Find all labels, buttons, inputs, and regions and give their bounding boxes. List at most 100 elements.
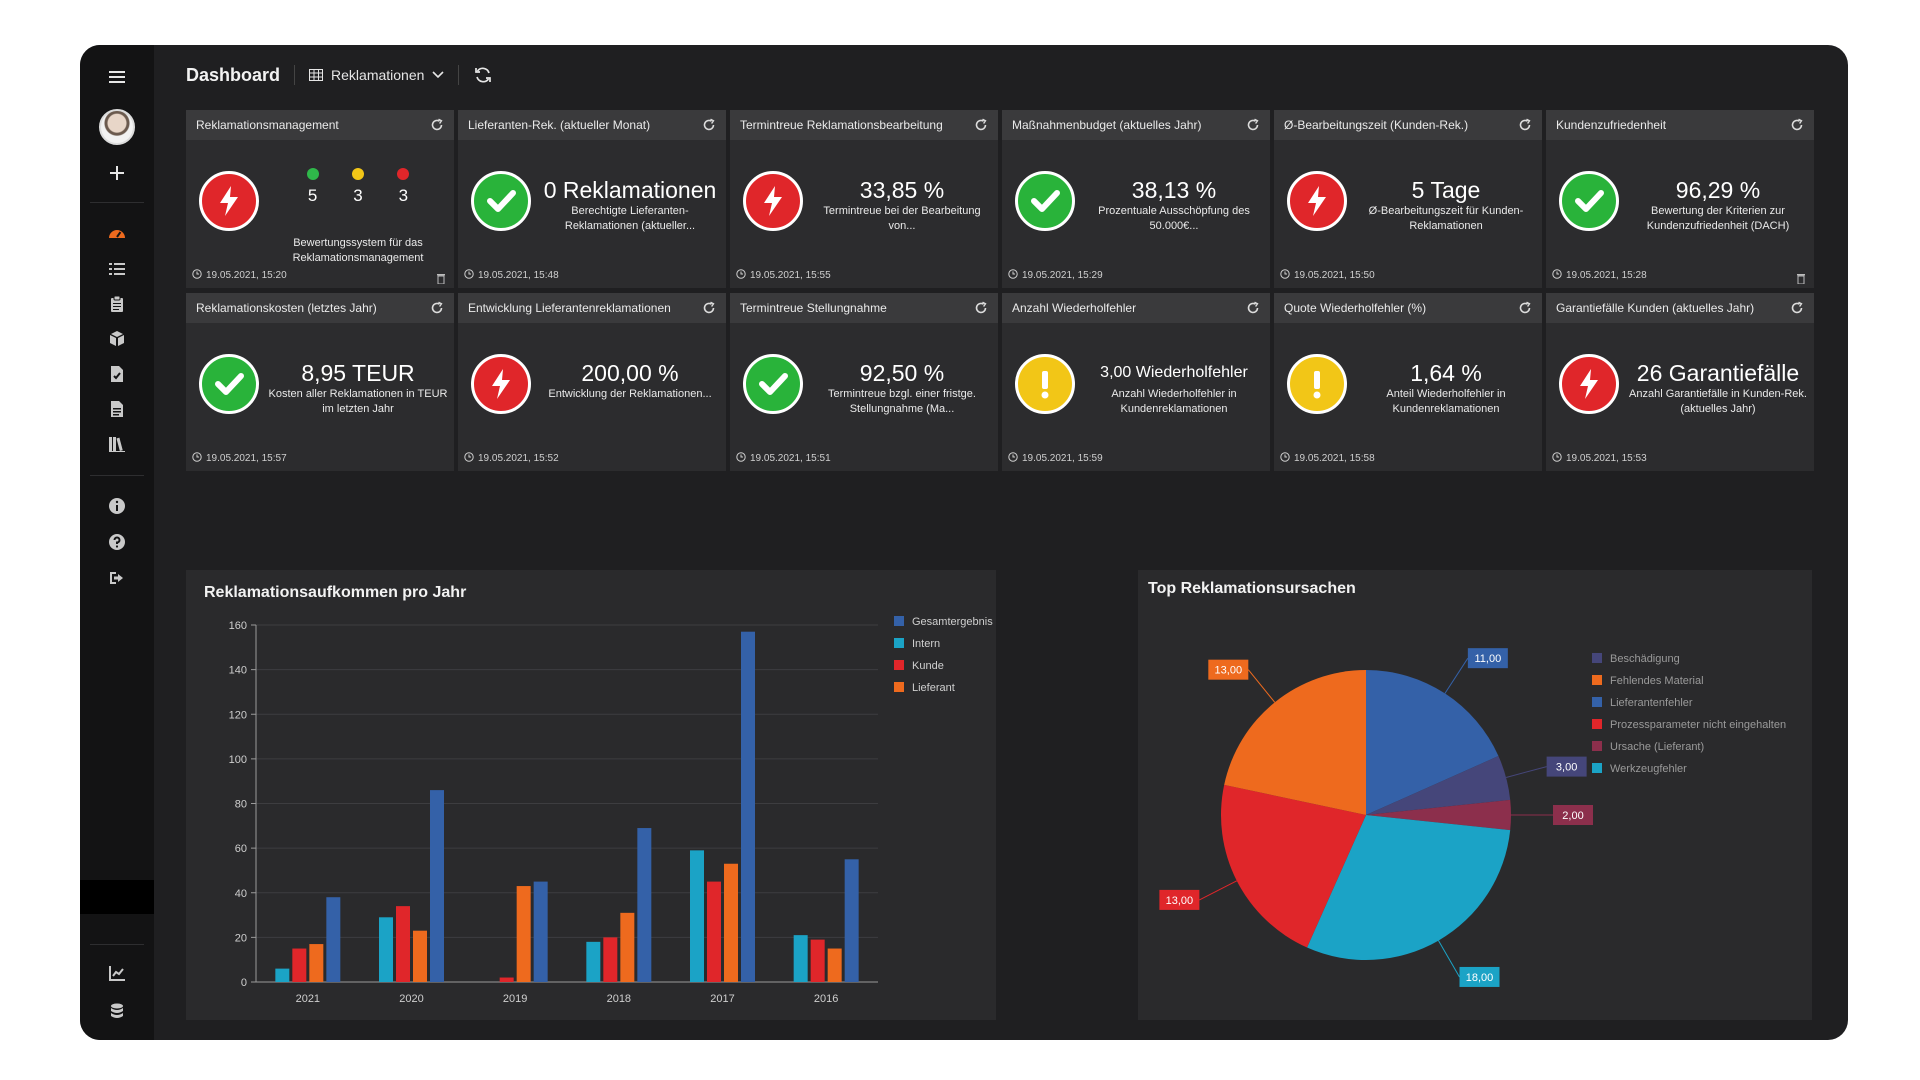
refresh-icon[interactable]	[1518, 118, 1532, 132]
legend-label: Gesamtergebnis	[912, 616, 993, 628]
library-icon[interactable]	[80, 429, 154, 459]
kpi-tile[interactable]: Maßnahmenbudget (aktuelles Jahr) 38,13 %…	[1002, 110, 1270, 288]
pie-label-connector	[1438, 940, 1460, 978]
check-status-icon	[743, 354, 803, 414]
lightning-status-icon	[1287, 171, 1347, 231]
kpi-tile[interactable]: Garantiefälle Kunden (aktuelles Jahr) 26…	[1546, 293, 1814, 471]
cubes-icon[interactable]	[80, 324, 154, 354]
plus-icon[interactable]	[80, 158, 154, 188]
refresh-icon[interactable]	[430, 301, 444, 315]
legend-label: Intern	[912, 638, 940, 650]
trash-icon[interactable]	[436, 271, 446, 285]
refresh-button[interactable]	[473, 65, 493, 85]
x-tick-label: 2019	[503, 993, 527, 1005]
kpi-timestamp: 19.05.2021, 15:48	[464, 269, 559, 282]
refresh-icon[interactable]	[1246, 118, 1260, 132]
bar-intern	[379, 917, 393, 982]
legend-swatch	[894, 660, 904, 670]
kpi-header: Termintreue Stellungnahme	[730, 293, 998, 323]
kpi-value: 96,29 %	[1675, 177, 1761, 203]
status-dot	[306, 168, 319, 180]
legend-label: Fehlendes Material	[1610, 675, 1704, 687]
chart-icon[interactable]	[80, 958, 154, 988]
refresh-icon[interactable]	[430, 118, 444, 132]
kpi-description: Kosten aller Reklamationen in TEUR im le…	[268, 388, 448, 415]
trash-icon[interactable]	[1796, 271, 1806, 285]
kpi-tile[interactable]: Kundenzufriedenheit 96,29 % Bewertung de…	[1546, 110, 1814, 288]
clock-icon	[464, 269, 474, 282]
kpi-tile[interactable]: Anzahl Wiederholfehler 3,00 Wiederholfeh…	[1002, 293, 1270, 471]
clock-icon	[736, 269, 746, 282]
kpi-tile[interactable]: Reklamationskosten (letztes Jahr) 8,95 T…	[186, 293, 454, 471]
refresh-icon[interactable]	[974, 301, 988, 315]
legend-swatch	[1592, 697, 1602, 707]
kpi-header: Lieferanten-Rek. (aktueller Monat)	[458, 110, 726, 140]
timestamp-text: 19.05.2021, 15:28	[1566, 270, 1647, 281]
legend-swatch	[1592, 675, 1602, 685]
legend-swatch	[1592, 719, 1602, 729]
refresh-icon[interactable]	[1246, 301, 1260, 315]
avatar[interactable]	[99, 109, 135, 145]
kpi-value: 26 Garantiefälle	[1636, 360, 1800, 386]
kpi-tile[interactable]: Entwicklung Lieferantenreklamationen 200…	[458, 293, 726, 471]
legend-swatch	[894, 682, 904, 692]
kpi-tile[interactable]: Reklamationsmanagement 5 3 3 Bewertungssyst…	[186, 110, 454, 288]
kpi-timestamp: 19.05.2021, 15:58	[1280, 452, 1375, 465]
kpi-title: Lieferanten-Rek. (aktueller Monat)	[468, 118, 651, 132]
refresh-icon[interactable]	[1518, 301, 1532, 315]
kpi-tile[interactable]: Termintreue Reklamationsbearbeitung 33,8…	[730, 110, 998, 288]
pie-data-label: 18,00	[1466, 972, 1494, 984]
dashboard-selector-dropdown[interactable]: Reklamationen	[309, 67, 444, 83]
clock-icon	[464, 452, 474, 465]
file-icon[interactable]	[80, 359, 154, 389]
kpi-tile[interactable]: Quote Wiederholfehler (%) 1,64 % Anteil …	[1274, 293, 1542, 471]
kpi-description: Anteil Wiederholfehler in Kundenreklamat…	[1386, 388, 1506, 415]
bar-lieferant	[724, 863, 738, 982]
kpi-value: 38,13 %	[1131, 177, 1217, 203]
database-icon[interactable]	[80, 996, 154, 1026]
document-icon[interactable]	[80, 394, 154, 424]
clipboard-icon[interactable]	[80, 289, 154, 319]
check-status-icon	[199, 354, 259, 414]
kpi-header: Garantiefälle Kunden (aktuelles Jahr)	[1546, 293, 1814, 323]
kpi-tile[interactable]: Ø-Bearbeitungszeit (Kunden-Rek.) 5 Tage …	[1274, 110, 1542, 288]
refresh-icon[interactable]	[1790, 301, 1804, 315]
kpi-tile[interactable]: Termintreue Stellungnahme 92,50 % Termin…	[730, 293, 998, 471]
legend-swatch	[1592, 763, 1602, 773]
logout-icon[interactable]	[80, 563, 154, 593]
help-icon[interactable]	[80, 527, 154, 557]
legend-label: Ursache (Lieferant)	[1610, 741, 1704, 753]
menu-icon[interactable]	[80, 62, 154, 92]
kpi-description: Anzahl Wiederholfehler in Kundenreklamat…	[1111, 388, 1237, 415]
kpi-timestamp: 19.05.2021, 15:55	[736, 269, 831, 282]
kpi-header: Reklamationsmanagement	[186, 110, 454, 140]
pie-data-label: 11,00	[1474, 653, 1501, 665]
bar-kunde	[810, 939, 825, 982]
kpi-tile[interactable]: Lieferanten-Rek. (aktueller Monat) 0 Rek…	[458, 110, 726, 288]
bar-kunde	[292, 948, 307, 982]
x-tick-label: 2020	[399, 993, 423, 1005]
bar-gesamtergebnis	[430, 790, 444, 982]
kpi-header: Anzahl Wiederholfehler	[1002, 293, 1270, 323]
clock-icon	[192, 452, 202, 465]
x-tick-label: 2017	[710, 993, 734, 1005]
kpi-timestamp: 19.05.2021, 15:52	[464, 452, 559, 465]
dashboard-icon[interactable]	[80, 219, 154, 249]
sidebar	[80, 45, 154, 1040]
kpi-timestamp: 19.05.2021, 15:29	[1008, 269, 1103, 282]
refresh-icon[interactable]	[1790, 118, 1804, 132]
kpi-description: Bewertungssystem für das Reklamationsman…	[292, 237, 424, 264]
x-tick-label: 2018	[607, 993, 631, 1005]
kpi-timestamp: 19.05.2021, 15:57	[192, 452, 287, 465]
info-icon[interactable]	[80, 491, 154, 521]
refresh-icon[interactable]	[974, 118, 988, 132]
bar-kunde	[396, 906, 410, 982]
list-icon[interactable]	[80, 254, 154, 284]
timestamp-text: 19.05.2021, 15:29	[1022, 270, 1103, 281]
bar-lieferant	[827, 948, 842, 982]
rating-count: 3	[398, 186, 409, 205]
bar-gesamtergebnis	[741, 631, 755, 982]
refresh-icon[interactable]	[702, 118, 716, 132]
kpi-value: 1,64 %	[1410, 360, 1482, 386]
refresh-icon[interactable]	[702, 301, 716, 315]
